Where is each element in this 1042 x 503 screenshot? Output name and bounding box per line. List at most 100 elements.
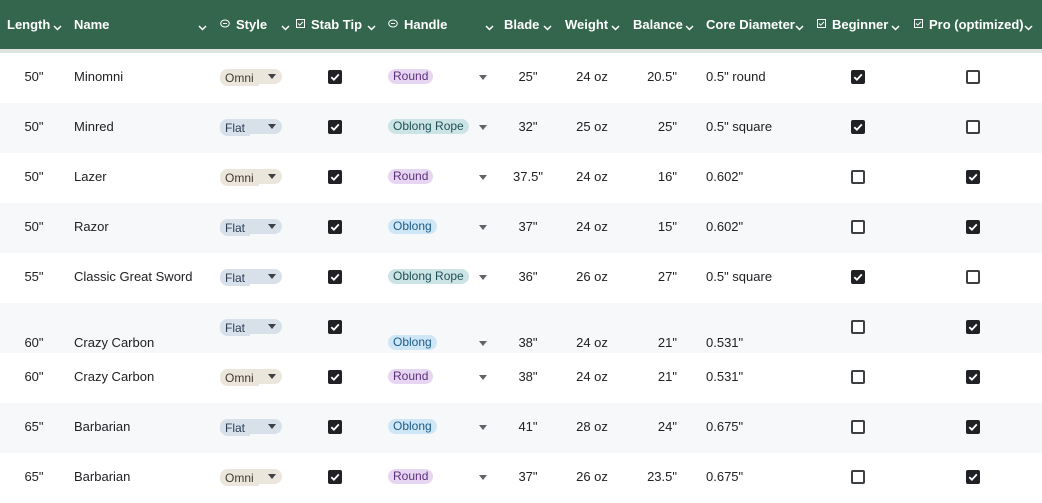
pro-optimized-checkbox[interactable] (966, 220, 980, 234)
chevron-down-icon[interactable] (1024, 19, 1033, 31)
chevron-down-icon[interactable] (268, 374, 276, 379)
column-label: Blade (504, 17, 540, 32)
beginner-checkbox[interactable] (851, 220, 865, 234)
chevron-down-icon[interactable] (479, 425, 487, 430)
chevron-down-icon[interactable] (268, 274, 276, 279)
stab-tip-checkbox[interactable] (328, 470, 342, 484)
handle-chip[interactable]: Round (388, 369, 434, 384)
beginner-checkbox[interactable] (851, 420, 865, 434)
column-header-style[interactable]: Style (220, 0, 267, 49)
stab-tip-checkbox[interactable] (328, 70, 342, 84)
pro-optimized-checkbox[interactable] (966, 420, 980, 434)
table-row[interactable]: 60" Crazy Carbon Flat Oblong 38" 24 oz 21" 0.53… (0, 303, 1042, 353)
style-select[interactable]: Flat (220, 419, 282, 436)
chevron-down-icon[interactable] (479, 225, 487, 230)
stab-tip-checkbox[interactable] (328, 370, 342, 384)
table-row[interactable]: 60" Crazy Carbon Omni Round 38" 24 oz 21" 0.531… (0, 353, 1042, 403)
stab-tip-checkbox[interactable] (328, 170, 342, 184)
pro-optimized-checkbox[interactable] (966, 320, 980, 334)
column-header-handle[interactable]: Handle (388, 0, 447, 49)
handle-chip[interactable]: Oblong Rope (388, 269, 469, 284)
handle-chip[interactable]: Oblong (388, 419, 437, 434)
chevron-down-icon[interactable] (479, 341, 487, 346)
column-header-weight[interactable]: Weight (565, 0, 608, 49)
chevron-down-icon[interactable] (367, 19, 376, 31)
stab-tip-checkbox[interactable] (328, 120, 342, 134)
beginner-checkbox[interactable] (851, 470, 865, 484)
stab-tip-checkbox[interactable] (328, 420, 342, 434)
chevron-down-icon[interactable] (479, 175, 487, 180)
chevron-down-icon[interactable] (479, 75, 487, 80)
pro-optimized-checkbox[interactable] (966, 170, 980, 184)
chevron-down-icon[interactable] (685, 19, 694, 31)
column-header-blade[interactable]: Blade (504, 0, 539, 49)
chevron-down-icon[interactable] (53, 19, 62, 31)
style-chip: Omni (220, 371, 259, 386)
style-select[interactable]: Flat (220, 269, 282, 286)
blade-cell: 36" (518, 269, 538, 284)
chevron-down-icon[interactable] (479, 375, 487, 380)
column-header-stab-tip[interactable]: Stab Tip (296, 0, 362, 49)
table-row[interactable]: 50" Lazer Omni Round 37.5" 24 oz 16" 0.602" (0, 153, 1042, 203)
column-header-name[interactable]: Name (74, 0, 109, 49)
column-header-length[interactable]: Length (7, 0, 50, 49)
chevron-down-icon[interactable] (611, 19, 620, 31)
style-select[interactable]: Omni (220, 469, 282, 486)
pro-optimized-checkbox[interactable] (966, 120, 980, 134)
balance-cell: 25" (657, 119, 677, 134)
column-header-core-diameter[interactable]: Core Diameter (706, 0, 795, 49)
table-row[interactable]: 65" Barbarian Omni Round 37" 26 oz 23.5" 0.675" (0, 453, 1042, 503)
beginner-checkbox[interactable] (851, 170, 865, 184)
beginner-checkbox[interactable] (851, 370, 865, 384)
chevron-down-icon[interactable] (479, 475, 487, 480)
table-row[interactable]: 55" Classic Great Sword Flat Oblong Rope 36"… (0, 253, 1042, 303)
chevron-down-icon[interactable] (543, 19, 552, 31)
handle-chip[interactable]: Round (388, 169, 434, 184)
beginner-checkbox[interactable] (851, 270, 865, 284)
column-header-pro-optimized[interactable]: Pro (optimized) (914, 0, 1024, 49)
style-select[interactable]: Flat (220, 119, 282, 136)
name-cell: Razor (74, 219, 109, 234)
style-select[interactable]: Omni (220, 369, 282, 386)
chevron-down-icon[interactable] (795, 19, 804, 31)
handle-chip[interactable]: Oblong (388, 335, 437, 350)
chevron-down-icon[interactable] (268, 174, 276, 179)
beginner-checkbox[interactable] (851, 70, 865, 84)
style-select[interactable]: Omni (220, 169, 282, 186)
chevron-down-icon[interactable] (268, 424, 276, 429)
chevron-down-icon[interactable] (479, 125, 487, 130)
pro-optimized-checkbox[interactable] (966, 270, 980, 284)
table-row[interactable]: 50" Minred Flat Oblong Rope 32" 25 oz 25" 0.5" … (0, 103, 1042, 153)
handle-chip[interactable]: Oblong Rope (388, 119, 469, 134)
chevron-down-icon[interactable] (479, 275, 487, 280)
style-select[interactable]: Flat (220, 319, 282, 336)
column-header-beginner[interactable]: Beginner (817, 0, 888, 49)
pro-optimized-checkbox[interactable] (966, 370, 980, 384)
handle-chip[interactable]: Round (388, 469, 434, 484)
chevron-down-icon[interactable] (198, 19, 207, 31)
beginner-checkbox[interactable] (851, 120, 865, 134)
handle-chip[interactable]: Round (388, 69, 434, 84)
stab-tip-checkbox[interactable] (328, 320, 342, 334)
table-row[interactable]: 65" Barbarian Flat Oblong 41" 28 oz 24" 0.675" (0, 403, 1042, 453)
style-select[interactable]: Omni (220, 69, 282, 86)
stab-tip-checkbox[interactable] (328, 220, 342, 234)
chevron-down-icon[interactable] (268, 124, 276, 129)
length-cell: 60" (24, 335, 44, 350)
chevron-down-icon[interactable] (268, 224, 276, 229)
style-select[interactable]: Flat (220, 219, 282, 236)
handle-chip[interactable]: Oblong (388, 219, 437, 234)
table-row[interactable]: 50" Razor Flat Oblong 37" 24 oz 15" 0.602" (0, 203, 1042, 253)
chevron-down-icon[interactable] (891, 19, 900, 31)
stab-tip-checkbox[interactable] (328, 270, 342, 284)
chevron-down-icon[interactable] (268, 474, 276, 479)
column-header-balance[interactable]: Balance (633, 0, 683, 49)
chevron-down-icon[interactable] (281, 19, 290, 31)
chevron-down-icon[interactable] (268, 74, 276, 79)
chevron-down-icon[interactable] (485, 19, 494, 31)
chevron-down-icon[interactable] (268, 324, 276, 329)
table-row[interactable]: 50" Minomni Omni Round 25" 24 oz 20.5" 0.5" rou… (0, 53, 1042, 103)
pro-optimized-checkbox[interactable] (966, 70, 980, 84)
pro-optimized-checkbox[interactable] (966, 470, 980, 484)
beginner-checkbox[interactable] (851, 320, 865, 334)
